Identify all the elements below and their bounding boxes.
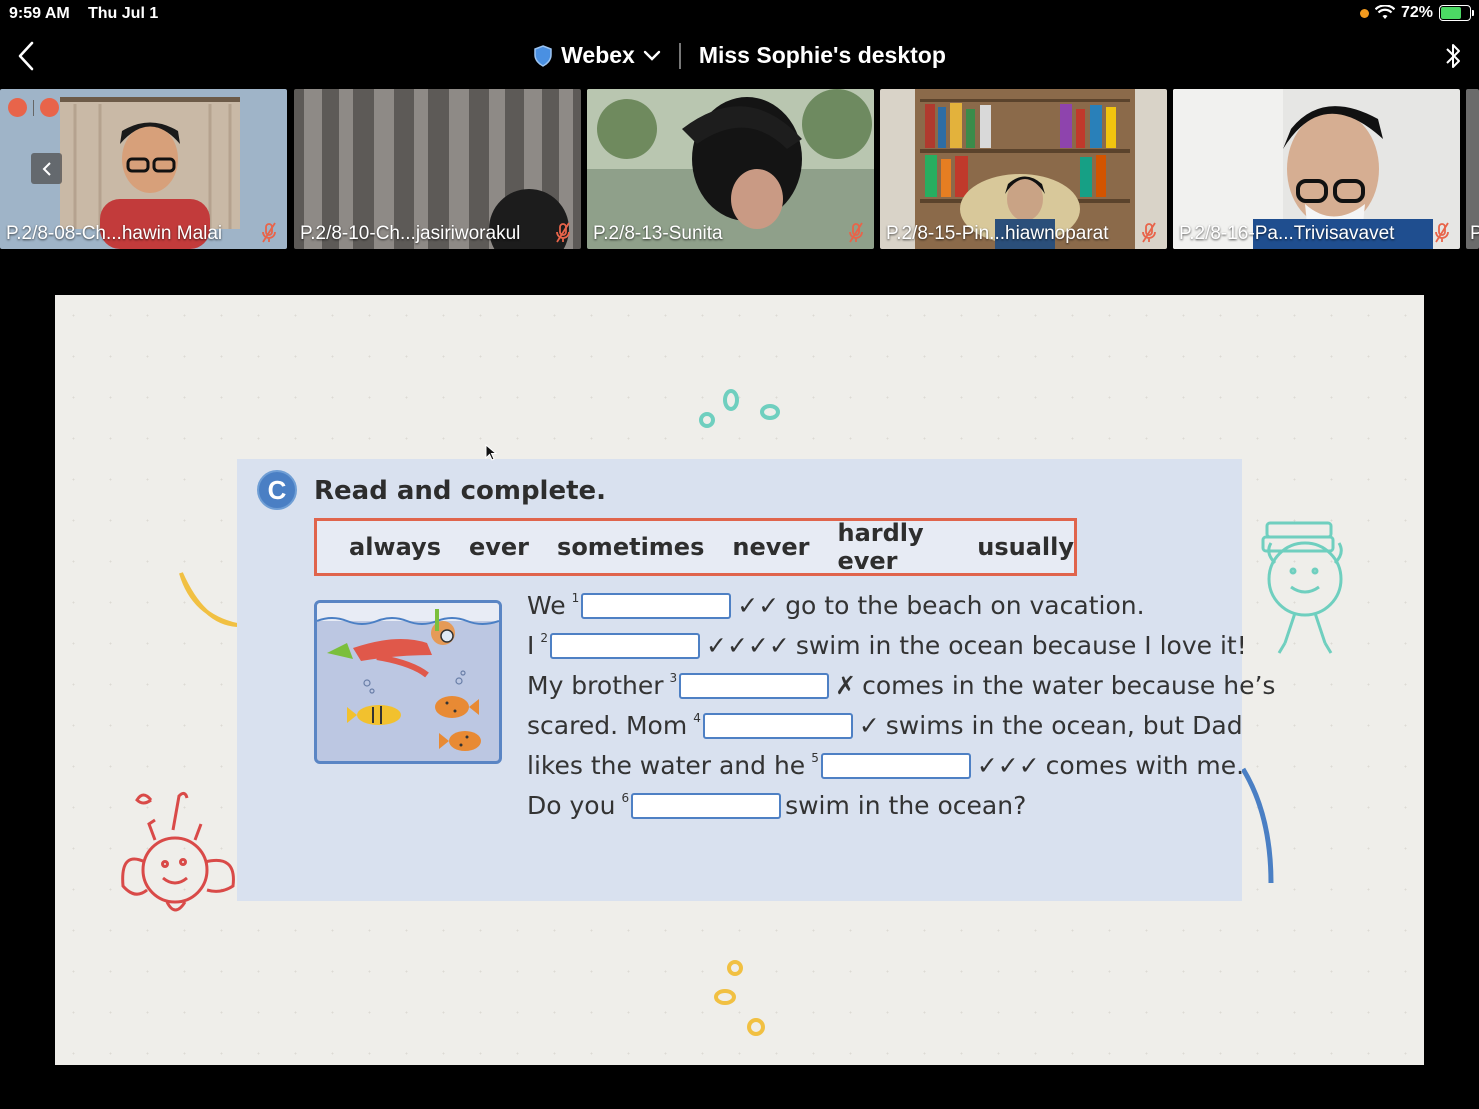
- word-bank: always ever sometimes never hardly ever …: [314, 518, 1077, 576]
- frequency-marks: ✓✓✓: [976, 751, 1040, 780]
- line-text: swims in the ocean, but Dad: [885, 711, 1243, 740]
- recording-indicators: [8, 98, 59, 117]
- word-bank-item: usually: [977, 533, 1074, 561]
- status-time: 9:59 AM: [9, 5, 70, 22]
- frequency-marks: ✓: [858, 711, 880, 740]
- participant-name: P.2/8-16-Pa...Trivisavavet: [1179, 223, 1395, 244]
- participant-tile[interactable]: P.2/8-13-Sunita: [587, 89, 874, 249]
- participant-strip: P.2/8-08-Ch...hawin Malai P.2/8-10-Ch...…: [0, 89, 1479, 249]
- bluetooth-icon[interactable]: [1443, 40, 1463, 72]
- word-bank-item: never: [732, 533, 810, 561]
- exercise-line-3: My brother 3 ✗ comes in the water becaus…: [527, 670, 1276, 701]
- mic-muted-icon: [1435, 222, 1449, 243]
- line-text: swim in the ocean?: [785, 791, 1027, 820]
- exercise-line-2: I 2 ✓✓✓✓ swim in the ocean because I lov…: [527, 630, 1247, 661]
- word-bank-item: hardly ever: [837, 519, 924, 575]
- exercise-line-5: likes the water and he 5 ✓✓✓ comes with …: [527, 750, 1245, 781]
- app-name: Webex: [561, 42, 635, 68]
- record-icon: [8, 98, 27, 117]
- mic-muted-icon: [262, 222, 276, 243]
- line-text: comes with me.: [1045, 751, 1245, 780]
- line-text: I: [527, 631, 535, 660]
- participant-name: P.2/8-08-Ch...hawin Malai: [6, 223, 223, 244]
- participant-name: P: [1470, 223, 1479, 244]
- bubbles-doodle: [699, 389, 780, 428]
- line-text: likes the water and he: [527, 751, 806, 780]
- line-text: We: [527, 591, 566, 620]
- blank-number: 5: [811, 750, 819, 765]
- blank-number: 6: [621, 790, 630, 805]
- mic-in-use-indicator: [1359, 8, 1369, 18]
- line-text: swim in the ocean because I love it!: [795, 631, 1247, 660]
- blank-number: 3: [669, 670, 678, 685]
- answer-blank-6[interactable]: [631, 792, 782, 819]
- line-text: scared. Mom: [527, 711, 688, 740]
- answer-blank-2[interactable]: [550, 632, 701, 659]
- participant-tile[interactable]: P: [1466, 89, 1479, 249]
- participant-tile[interactable]: P.2/8-15-Pin...hiawnoparat: [880, 89, 1167, 249]
- line-text: Do you: [527, 791, 616, 820]
- answer-blank-4[interactable]: [702, 712, 853, 739]
- frequency-marks: ✓✓✓✓: [706, 631, 790, 660]
- meeting-title-bar: Webex Miss Sophie's desktop: [0, 30, 1479, 85]
- frequency-marks: ✓✓: [737, 591, 780, 620]
- participant-name: P.2/8-13-Sunita: [593, 223, 723, 244]
- section-badge: C: [257, 470, 297, 510]
- pointer-cursor-icon: [485, 444, 497, 461]
- line-text: comes in the water because he’s: [862, 671, 1276, 700]
- bee-doodle: [121, 791, 235, 912]
- snorkel-illustration: [314, 600, 502, 764]
- blank-number: 2: [540, 630, 549, 645]
- exercise-line-6: Do you 6 swim in the ocean?: [527, 790, 1027, 821]
- word-bank-item: always: [349, 533, 441, 561]
- exercise-heading: Read and complete.: [314, 476, 607, 506]
- battery-icon: [1439, 5, 1474, 21]
- participant-name: P.2/8-10-Ch...jasiriworakul: [300, 223, 521, 244]
- status-indicators: 72%: [1359, 4, 1474, 22]
- participant-name: P.2/8-15-Pin...hiawnoparat: [886, 223, 1109, 244]
- title-divider: [678, 42, 681, 69]
- previous-participants-button[interactable]: [31, 153, 62, 184]
- blank-number: 4: [693, 710, 701, 725]
- word-bank-item: ever: [468, 533, 530, 561]
- word-bank-item: sometimes: [557, 533, 705, 561]
- chevron-left-icon: [42, 161, 51, 176]
- exercise-line-1: We 1 ✓✓ go to the beach on vacation.: [527, 590, 1145, 621]
- frequency-marks: ✗: [835, 671, 857, 700]
- exercise-line-4: scared. Mom 4 ✓ swims in the ocean, but …: [527, 710, 1243, 741]
- answer-blank-1[interactable]: [581, 592, 732, 619]
- mute-status-icon: [40, 98, 59, 117]
- status-bar: 9:59 AM Thu Jul 1 72%: [0, 0, 1479, 28]
- line-text: go to the beach on vacation.: [785, 591, 1145, 620]
- shared-screen: C Read and complete. always ever sometim…: [55, 295, 1424, 1065]
- webex-menu-button[interactable]: Webex: [533, 42, 661, 69]
- wifi-icon: [1374, 5, 1395, 19]
- shield-icon: [534, 44, 552, 67]
- moon-doodle: [179, 572, 238, 627]
- blank-number: 1: [571, 590, 580, 605]
- mic-muted-icon: [1142, 222, 1156, 243]
- answer-blank-3[interactable]: [679, 672, 830, 699]
- participant-tile[interactable]: P.2/8-08-Ch...hawin Malai: [0, 89, 287, 249]
- participant-tile[interactable]: P.2/8-10-Ch...jasiriworakul: [294, 89, 581, 249]
- bubbles-doodle: [714, 960, 765, 1036]
- participant-tile[interactable]: P.2/8-16-Pa...Trivisavavet: [1173, 89, 1460, 249]
- answer-blank-5[interactable]: [820, 752, 971, 779]
- mic-muted-icon: [556, 222, 570, 243]
- mic-muted-icon: [849, 222, 863, 243]
- curve-doodle: [1240, 767, 1274, 884]
- kid-doodle: [1261, 521, 1343, 654]
- line-text: My brother: [527, 671, 664, 700]
- status-date: Thu Jul 1: [88, 5, 159, 22]
- exercise-panel: C Read and complete. always ever sometim…: [237, 459, 1275, 901]
- chevron-down-icon: [643, 50, 661, 61]
- share-title: Miss Sophie's desktop: [698, 42, 946, 68]
- battery-percent: 72%: [1400, 4, 1433, 21]
